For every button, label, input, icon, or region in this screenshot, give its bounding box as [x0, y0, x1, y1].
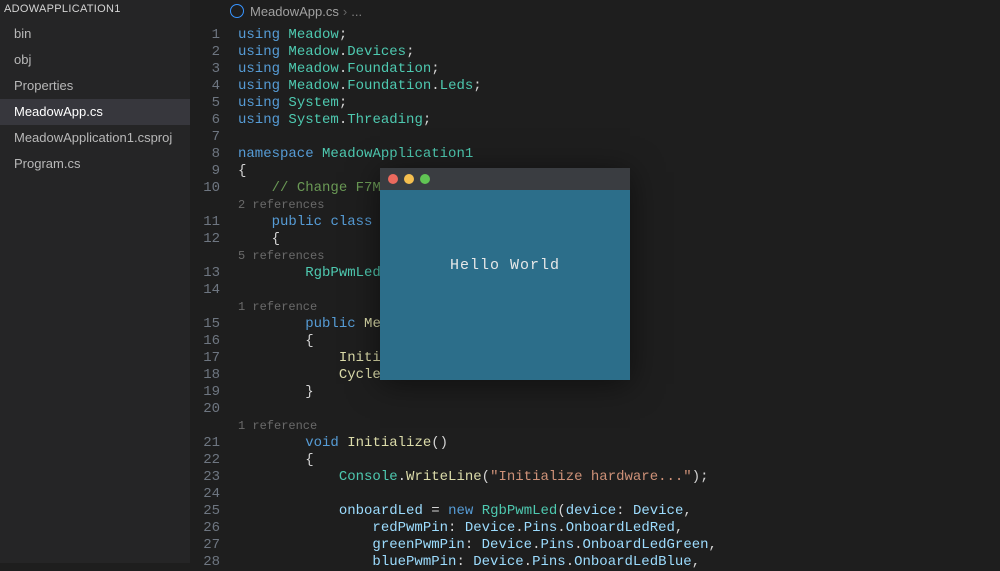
breadcrumb-filename[interactable]: MeadowApp.cs [250, 4, 339, 19]
sidebar-item-properties[interactable]: Properties [0, 73, 190, 99]
simulator-window[interactable]: Hello World [380, 168, 630, 380]
simulator-display: Hello World [380, 190, 630, 380]
line-number: 27 [190, 537, 220, 554]
line-number: 16 [190, 333, 220, 350]
line-number: 14 [190, 282, 220, 299]
line-number-gutter: 1234567891011121314151617181920212223242… [190, 27, 238, 571]
breadcrumb-rest[interactable]: ... [351, 4, 362, 19]
line-number: 4 [190, 78, 220, 95]
codelens-references[interactable]: 1 reference [238, 418, 1000, 435]
line-number: 15 [190, 316, 220, 333]
line-number: 9 [190, 163, 220, 180]
code-line[interactable]: onboardLed = new RgbPwmLed(device: Devic… [238, 503, 1000, 520]
code-line[interactable]: using System; [238, 95, 1000, 112]
line-number: 11 [190, 214, 220, 231]
code-line[interactable] [238, 401, 1000, 418]
code-line[interactable]: redPwmPin: Device.Pins.OnboardLedRed, [238, 520, 1000, 537]
line-number: 8 [190, 146, 220, 163]
sidebar-item-meadowapp-cs[interactable]: MeadowApp.cs [0, 99, 190, 125]
code-line[interactable]: { [238, 452, 1000, 469]
minimize-icon[interactable] [404, 174, 414, 184]
line-number: 23 [190, 469, 220, 486]
line-number: 22 [190, 452, 220, 469]
sidebar-item-bin[interactable]: bin [0, 21, 190, 47]
line-number: 5 [190, 95, 220, 112]
line-number: 10 [190, 180, 220, 197]
sidebar-item-meadowapplication1-csproj[interactable]: MeadowApplication1.csproj [0, 125, 190, 151]
line-number: 1 [190, 27, 220, 44]
line-number: 17 [190, 350, 220, 367]
display-text: Hello World [450, 257, 560, 274]
code-line[interactable]: using Meadow; [238, 27, 1000, 44]
line-number: 13 [190, 265, 220, 282]
code-line[interactable]: using Meadow.Devices; [238, 44, 1000, 61]
breadcrumb-separator: › [343, 4, 347, 19]
breadcrumb-bar[interactable]: MeadowApp.cs › ... [190, 0, 1000, 22]
code-line[interactable]: namespace MeadowApplication1 [238, 146, 1000, 163]
code-line[interactable]: using Meadow.Foundation; [238, 61, 1000, 78]
code-line[interactable]: greenPwmPin: Device.Pins.OnboardLedGreen… [238, 537, 1000, 554]
code-line[interactable]: using System.Threading; [238, 112, 1000, 129]
line-number: 24 [190, 486, 220, 503]
code-line[interactable] [238, 486, 1000, 503]
code-line[interactable]: Console.WriteLine("Initialize hardware..… [238, 469, 1000, 486]
sidebar-item-program-cs[interactable]: Program.cs [0, 151, 190, 177]
line-number: 6 [190, 112, 220, 129]
line-number: 12 [190, 231, 220, 248]
line-number: 19 [190, 384, 220, 401]
line-number: 26 [190, 520, 220, 537]
csharp-file-icon [230, 4, 244, 18]
file-explorer-sidebar: ADOWAPPLICATION1 binobjPropertiesMeadowA… [0, 0, 190, 563]
sidebar-item-obj[interactable]: obj [0, 47, 190, 73]
line-number: 3 [190, 61, 220, 78]
project-name-header: ADOWAPPLICATION1 [0, 0, 190, 21]
window-titlebar[interactable] [380, 168, 630, 190]
code-line[interactable]: } [238, 384, 1000, 401]
maximize-icon[interactable] [420, 174, 430, 184]
line-number: 20 [190, 401, 220, 418]
code-line[interactable] [238, 129, 1000, 146]
code-line[interactable]: using Meadow.Foundation.Leds; [238, 78, 1000, 95]
line-number: 25 [190, 503, 220, 520]
code-line[interactable]: void Initialize() [238, 435, 1000, 452]
line-number: 18 [190, 367, 220, 384]
line-number: 2 [190, 44, 220, 61]
line-number: 21 [190, 435, 220, 452]
line-number: 7 [190, 129, 220, 146]
close-icon[interactable] [388, 174, 398, 184]
